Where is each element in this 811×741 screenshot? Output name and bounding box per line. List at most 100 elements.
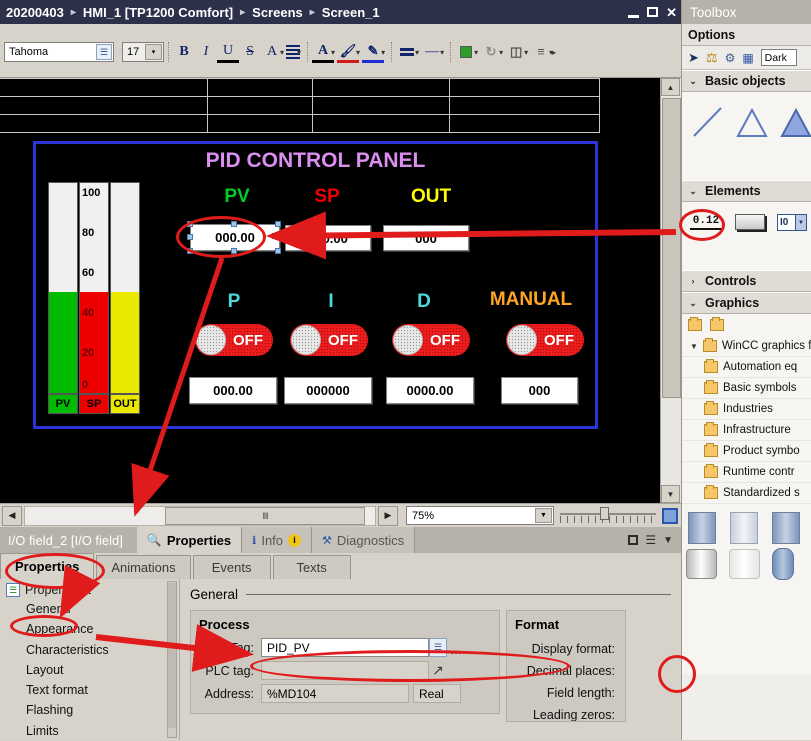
chevron-down-icon[interactable]: ▾ bbox=[415, 48, 419, 57]
screen-editor-canvas[interactable]: PID CONTROL PANEL 100 80 60 40 20 0 PV S… bbox=[0, 78, 660, 503]
chevron-down-icon[interactable]: ⌄ bbox=[688, 76, 698, 87]
view-tab-properties[interactable]: 🔍 Properties bbox=[136, 527, 243, 553]
graphics-item-infrastructure[interactable]: Infrastructure bbox=[682, 420, 811, 441]
selection-handle[interactable] bbox=[231, 221, 237, 227]
minimize-icon[interactable] bbox=[628, 14, 640, 18]
graphics-item-basic-symbols[interactable]: Basic symbols bbox=[682, 378, 811, 399]
properties-tab[interactable]: Properties bbox=[0, 553, 95, 579]
strikethrough-button[interactable]: S bbox=[239, 41, 261, 63]
close-icon[interactable]: ✕ bbox=[666, 6, 677, 19]
property-list-scrollbar[interactable] bbox=[167, 581, 177, 738]
vessel-graphic-icon[interactable] bbox=[772, 548, 794, 580]
vertical-scroll-thumb[interactable] bbox=[662, 98, 681, 398]
chevron-down-icon[interactable]: ▾ bbox=[381, 48, 385, 57]
scroll-down-button[interactable]: ▼ bbox=[661, 485, 680, 503]
toggle-manual[interactable]: OFF bbox=[506, 324, 584, 356]
chevron-down-icon[interactable]: ▾ bbox=[524, 48, 528, 57]
property-item-general[interactable]: General bbox=[0, 599, 179, 619]
property-item-layout[interactable]: Layout bbox=[0, 660, 179, 680]
vessel-graphic-icon[interactable] bbox=[729, 549, 760, 579]
section-elements[interactable]: ⌄ Elements bbox=[682, 180, 811, 202]
property-list-scroll-thumb[interactable] bbox=[168, 583, 176, 728]
zoom-slider[interactable] bbox=[560, 506, 656, 525]
property-list[interactable]: ☰ Property list General Appearance Chara… bbox=[0, 579, 180, 740]
graphics-item-industries[interactable]: Industries bbox=[682, 399, 811, 420]
breadcrumb-device[interactable]: HMI_1 [TP1200 Comfort] bbox=[83, 5, 233, 20]
toggle-d[interactable]: OFF bbox=[392, 324, 470, 356]
property-item-limits[interactable]: Limits bbox=[0, 721, 179, 741]
button-icon[interactable] bbox=[735, 214, 765, 230]
breadcrumb-project[interactable]: 20200403 bbox=[6, 5, 64, 20]
breadcrumb-screen-1[interactable]: Screen_1 bbox=[322, 5, 380, 20]
bold-button[interactable]: B bbox=[173, 41, 195, 63]
p-value-field[interactable]: 000.00 bbox=[189, 377, 277, 404]
stamp-icon[interactable]: ⚖ bbox=[706, 50, 718, 66]
manual-value-field[interactable]: 000 bbox=[501, 377, 578, 404]
underline-button[interactable]: U bbox=[217, 41, 239, 63]
chevron-down-icon[interactable]: ▾ bbox=[297, 48, 301, 57]
tank-graphic-icon[interactable] bbox=[688, 512, 716, 544]
selection-handle[interactable] bbox=[275, 234, 281, 240]
settings-icon[interactable]: ⚙ bbox=[725, 51, 736, 65]
delete-folder-icon[interactable] bbox=[710, 317, 724, 331]
property-item-appearance[interactable]: Appearance bbox=[0, 619, 179, 639]
tag-input[interactable]: PID_PV bbox=[261, 638, 429, 657]
chevron-down-icon[interactable]: ▾ bbox=[440, 48, 444, 57]
io-field-icon[interactable]: 0.12 bbox=[690, 214, 722, 230]
scroll-right-button[interactable]: ▶ bbox=[378, 505, 398, 526]
canvas-horizontal-scrollbar[interactable]: ◀ ‖‖ ▶ bbox=[0, 503, 400, 527]
graphics-item-runtime-controls[interactable]: Runtime contr bbox=[682, 462, 811, 483]
horizontal-scroll-track[interactable]: ‖‖ bbox=[24, 505, 376, 526]
i-value-field[interactable]: 000000 bbox=[284, 377, 372, 404]
chevron-down-icon[interactable]: ▾ bbox=[474, 48, 478, 57]
tank-graphic-icon[interactable] bbox=[730, 512, 758, 544]
selection-handle[interactable] bbox=[187, 248, 193, 254]
toolbox-options-header[interactable]: Options bbox=[682, 24, 811, 46]
scroll-up-button[interactable]: ▲ bbox=[661, 78, 680, 96]
property-item-flashing[interactable]: Flashing bbox=[0, 700, 179, 720]
scroll-left-button[interactable]: ◀ bbox=[2, 505, 22, 526]
font-size-input[interactable]: 17 ▾ bbox=[122, 42, 164, 62]
chevron-down-icon[interactable]: ▾ bbox=[331, 48, 335, 57]
zoom-combobox[interactable]: 75% ▼ bbox=[406, 506, 554, 525]
selection-handle[interactable] bbox=[275, 221, 281, 227]
texts-tab[interactable]: Texts bbox=[272, 555, 351, 579]
chevron-down-icon[interactable]: ▾ bbox=[280, 48, 284, 57]
style-combobox[interactable]: Dark bbox=[760, 49, 797, 66]
chevron-down-icon[interactable]: ▼ bbox=[690, 342, 698, 351]
zoom-slider-handle[interactable] bbox=[600, 506, 609, 520]
events-tab[interactable]: Events bbox=[192, 555, 271, 579]
graphics-item-standardized[interactable]: Standardized s bbox=[682, 483, 811, 504]
section-graphics[interactable]: ⌄ Graphics bbox=[682, 292, 811, 314]
chevron-down-icon[interactable]: ▾ bbox=[356, 48, 360, 57]
tag-browse-icon[interactable]: ☰ bbox=[429, 638, 447, 657]
font-family-input[interactable]: Tahoma ☰ bbox=[4, 42, 114, 62]
selection-handle[interactable] bbox=[231, 248, 237, 254]
out-io-field[interactable]: 000 bbox=[383, 225, 469, 251]
toggle-i[interactable]: OFF bbox=[290, 324, 368, 356]
tag-more-icon[interactable]: … bbox=[447, 638, 465, 657]
property-item-characteristics[interactable]: Characteristics bbox=[0, 640, 179, 660]
section-controls[interactable]: › Controls bbox=[682, 270, 811, 292]
property-item-text-format[interactable]: Text format bbox=[0, 680, 179, 700]
new-folder-icon[interactable] bbox=[688, 317, 702, 331]
chevron-right-icon[interactable]: › bbox=[688, 276, 698, 286]
chevron-down-icon[interactable]: ▾ bbox=[145, 44, 162, 60]
graphics-item-automation[interactable]: Automation eq bbox=[682, 357, 811, 378]
sp-io-field[interactable]: 000.00 bbox=[285, 225, 371, 251]
toolbar-overflow-icon[interactable]: ▸ bbox=[552, 48, 556, 57]
selection-handle[interactable] bbox=[187, 234, 193, 240]
goto-tag-icon[interactable]: ↗ bbox=[429, 661, 447, 680]
view-tab-info[interactable]: ℹ Info i bbox=[242, 527, 313, 553]
restore-panel-icon[interactable] bbox=[628, 535, 639, 545]
chevron-down-icon[interactable]: ▼ bbox=[535, 508, 552, 523]
graphics-root-node[interactable]: ▼ WinCC graphics fo bbox=[682, 336, 811, 357]
menu-panel-icon[interactable]: ☰ bbox=[645, 533, 656, 547]
tank-graphic-icon[interactable] bbox=[772, 512, 800, 544]
pointer-icon[interactable]: ➤ bbox=[688, 50, 699, 66]
selection-handle[interactable] bbox=[275, 248, 281, 254]
horizontal-scroll-thumb[interactable]: ‖‖ bbox=[165, 506, 365, 525]
graphics-item-product-symbols[interactable]: Product symbo bbox=[682, 441, 811, 462]
italic-button[interactable]: I bbox=[195, 41, 217, 63]
font-list-icon[interactable]: ☰ bbox=[96, 44, 112, 60]
